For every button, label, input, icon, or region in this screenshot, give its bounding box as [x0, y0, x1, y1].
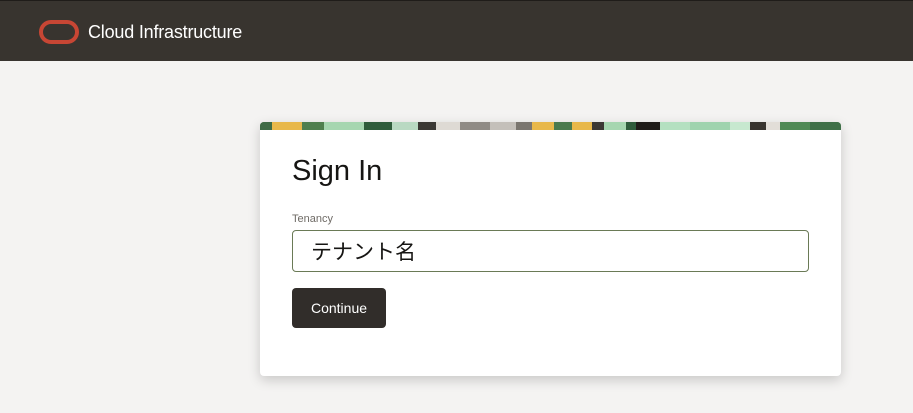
sign-in-card: Sign In Tenancy Continue	[260, 122, 841, 376]
oracle-logo-icon	[39, 20, 79, 44]
page-title: Sign In	[292, 155, 383, 187]
tenancy-label: Tenancy	[292, 213, 333, 225]
brand-name: Cloud Infrastructure	[88, 22, 243, 42]
top-header: Cloud Infrastructure	[0, 0, 913, 61]
tenancy-input[interactable]	[292, 230, 809, 272]
continue-button[interactable]: Continue	[292, 288, 386, 328]
decorative-banner	[260, 122, 841, 130]
